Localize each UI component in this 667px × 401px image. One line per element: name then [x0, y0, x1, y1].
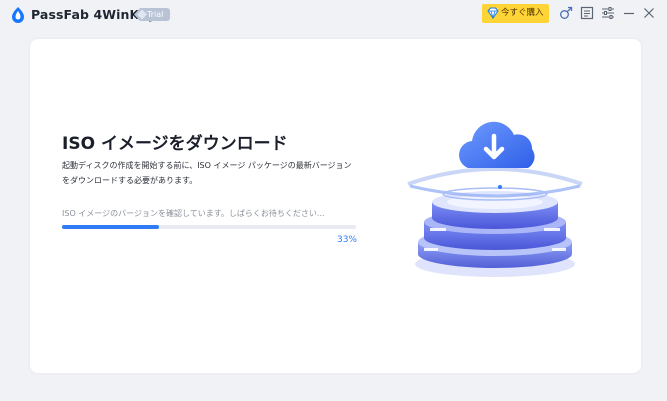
- male-icon[interactable]: [558, 5, 574, 21]
- buy-now-button[interactable]: 今すぐ購入: [482, 4, 549, 23]
- close-icon[interactable]: [641, 5, 657, 21]
- description-line: 起動ディスクの作成を開始する前に、ISO イメージ パッケージの最新バージョン: [62, 161, 352, 170]
- cloud-download-server-icon: [407, 121, 583, 277]
- diamond-icon: [487, 7, 499, 19]
- trial-label: Trial: [147, 10, 164, 19]
- page-title: ISO イメージをダウンロード: [62, 134, 288, 154]
- settings-icon[interactable]: [600, 5, 616, 21]
- app-logo-icon: [12, 7, 24, 23]
- progress-bar: [62, 225, 356, 229]
- trial-badge: Trial: [134, 8, 170, 21]
- buy-now-label: 今すぐ購入: [501, 8, 544, 18]
- description-line: をダウンロードする必要があります。: [62, 176, 198, 185]
- title-bar: PassFab 4WinKey Trial 今すぐ購入: [0, 0, 667, 32]
- description: 起動ディスクの作成を開始する前に、ISO イメージ パッケージの最新バージョン …: [62, 158, 362, 188]
- progress-percent: 33%: [336, 235, 357, 245]
- progress-bar-fill: [62, 225, 160, 229]
- register-icon[interactable]: [579, 5, 595, 21]
- app-window: PassFab 4WinKey Trial 今すぐ購入 ISO イメージをダウン…: [0, 0, 667, 401]
- minimize-icon[interactable]: [621, 5, 637, 21]
- status-text: ISO イメージのバージョンを確認しています。しばらくお待ちください...: [62, 209, 325, 218]
